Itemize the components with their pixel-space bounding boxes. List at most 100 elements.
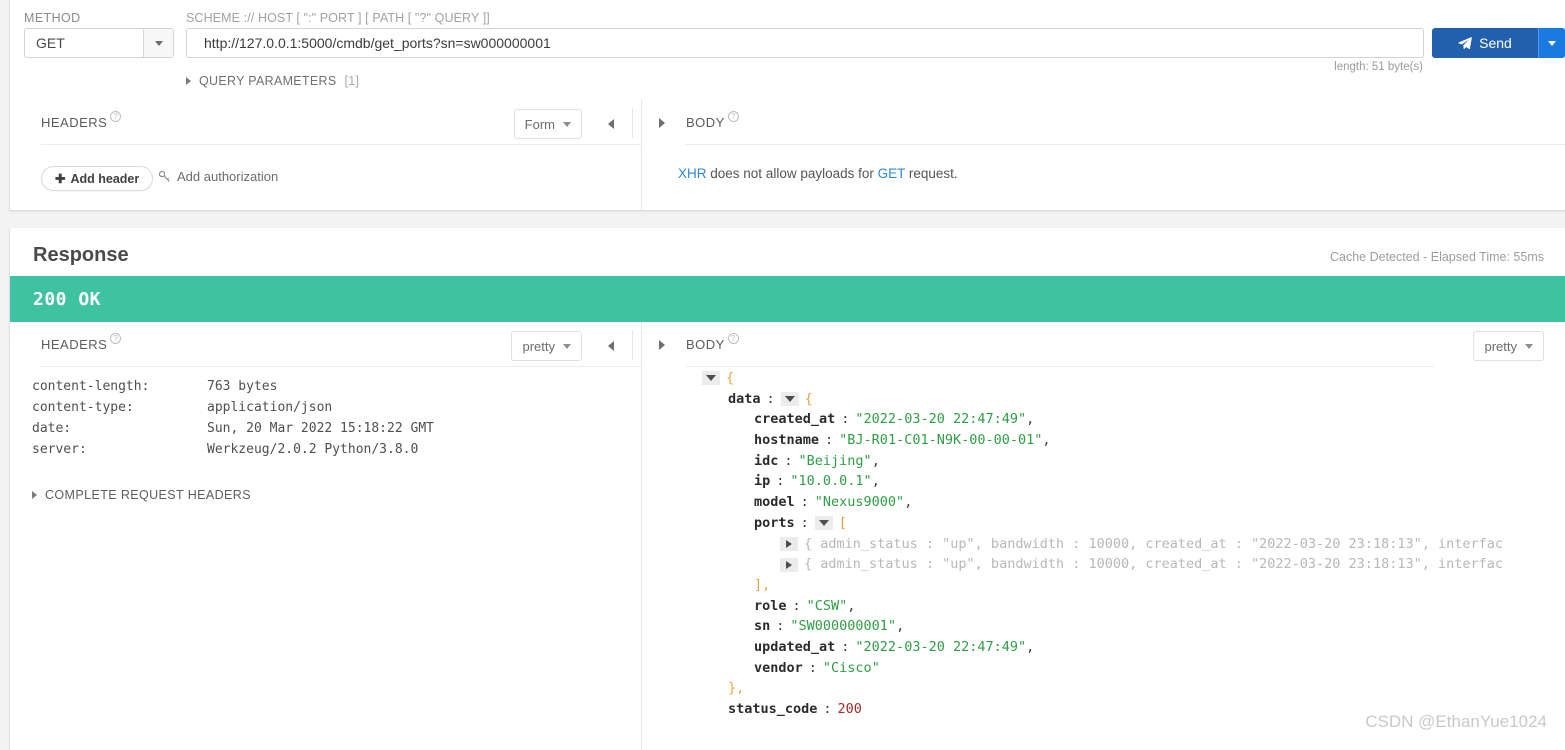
response-header-value: Werkzeug/2.0.2 Python/3.8.0 (207, 442, 418, 457)
query-parameters-label: QUERY PARAMETERS (199, 74, 336, 88)
json-key: model (754, 492, 795, 513)
json-colon: : (795, 513, 815, 534)
chevron-down-icon (1525, 344, 1533, 349)
json-key: hostname (754, 430, 819, 451)
help-icon[interactable]: ? (728, 333, 739, 344)
collapse-toggle-icon[interactable] (815, 516, 833, 530)
help-icon[interactable]: ? (110, 111, 121, 122)
json-line: model:"Nexus9000", (642, 492, 1565, 513)
response-header-key: content-type: (32, 400, 207, 415)
json-string-value: "SW000000001" (790, 616, 896, 637)
json-bracket: { (805, 389, 813, 410)
request-headers-header: HEADERS ? Form (10, 100, 641, 145)
response-header-row: content-length:763 bytes (32, 376, 434, 397)
request-headers-mode-select[interactable]: Form (514, 109, 582, 139)
api-client-window: METHOD SCHEME :// HOST [ ":" PORT ] [ PA… (0, 0, 1565, 750)
request-body-split: HEADERS ? Form ✚ Add header (10, 100, 1565, 211)
query-parameters-toggle[interactable]: QUERY PARAMETERS [1] (186, 74, 359, 88)
response-body-pane: BODY ? pretty {data:{created_at:"2022-03… (641, 322, 1565, 750)
json-line: updated_at:"2022-03-20 22:47:49", (642, 637, 1565, 658)
expand-toggle-icon[interactable] (780, 558, 798, 572)
json-line: role:"CSW", (642, 596, 1565, 617)
add-header-button[interactable]: ✚ Add header (41, 166, 153, 191)
json-comma: , (872, 451, 880, 472)
collapse-toggle-icon[interactable] (781, 392, 799, 406)
response-header-value: application/json (207, 400, 332, 415)
expand-right-button[interactable] (649, 109, 675, 137)
method-dropdown-toggle[interactable] (143, 29, 173, 57)
request-body-note: XHR does not allow payloads for GET requ… (678, 166, 958, 181)
window-left-gutter (0, 0, 9, 750)
response-title: Response (33, 244, 129, 267)
divider (41, 366, 641, 367)
response-body-mode-value: pretty (1484, 339, 1517, 354)
response-headers-mode-select[interactable]: pretty (511, 331, 582, 361)
collapse-toggle-icon[interactable] (702, 371, 720, 385)
response-headers-header: HEADERS ? pretty (10, 322, 641, 367)
json-closer: ], (754, 575, 770, 596)
json-comma: , (896, 616, 904, 637)
request-panel: METHOD SCHEME :// HOST [ ":" PORT ] [ PA… (9, 0, 1565, 211)
json-string-value: "Cisco" (823, 658, 880, 679)
json-colon: : (770, 616, 790, 637)
collapse-left-button[interactable] (598, 110, 624, 138)
json-string-value: "2022-03-20 22:47:49" (855, 637, 1026, 658)
chevron-right-icon (32, 491, 37, 499)
request-body-header: BODY ? (642, 100, 1565, 145)
response-json-viewer[interactable]: {data:{created_at:"2022-03-20 22:47:49",… (642, 368, 1565, 720)
json-colon: : (817, 699, 837, 720)
expand-right-button[interactable] (649, 331, 675, 359)
get-link[interactable]: GET (878, 166, 906, 181)
request-url-bar: METHOD SCHEME :// HOST [ ":" PORT ] [ PA… (10, 0, 1565, 100)
send-button[interactable]: Send (1432, 28, 1565, 58)
help-icon[interactable]: ? (110, 333, 121, 344)
response-header-value: 763 bytes (207, 379, 277, 394)
json-colon: : (778, 451, 798, 472)
json-colon: : (770, 471, 790, 492)
divider (686, 366, 1434, 367)
json-key: role (754, 596, 787, 617)
add-header-label: Add header (70, 172, 139, 186)
divider (686, 144, 1565, 145)
json-line: { admin_status : "up", bandwidth : 10000… (642, 534, 1565, 555)
url-format-label: SCHEME :// HOST [ ":" PORT ] [ PATH [ "?… (186, 11, 490, 25)
json-colon: : (787, 596, 807, 617)
response-headers-mode-value: pretty (522, 339, 555, 354)
json-line: data:{ (642, 389, 1565, 410)
json-key: status_code (728, 699, 817, 720)
request-body-pane: BODY ? XHR does not allow payloads for G… (641, 100, 1565, 211)
json-string-value: "Beijing" (799, 451, 872, 472)
collapse-left-button[interactable] (598, 332, 624, 360)
response-header-key: server: (32, 442, 207, 457)
json-colon: : (761, 389, 781, 410)
divider (41, 144, 641, 145)
json-line: created_at:"2022-03-20 22:47:49", (642, 409, 1565, 430)
json-colon: : (819, 430, 839, 451)
response-header-row: date:Sun, 20 Mar 2022 15:18:22 GMT (32, 418, 434, 439)
watermark: CSDN @EthanYue1024 (1365, 712, 1547, 732)
xhr-link[interactable]: XHR (678, 166, 707, 181)
divider (632, 330, 633, 360)
json-key: sn (754, 616, 770, 637)
response-header-key: content-length: (32, 379, 207, 394)
expand-toggle-icon[interactable] (780, 537, 798, 551)
json-string-value: "BJ-R01-C01-N9K-00-00-01" (839, 430, 1042, 451)
method-select[interactable]: GET (24, 28, 174, 58)
help-icon[interactable]: ? (728, 111, 739, 122)
send-options-toggle[interactable] (1538, 28, 1565, 58)
json-collapsed-preview: { admin_status : "up", bandwidth : 10000… (804, 534, 1503, 555)
add-authorization-button[interactable]: Add authorization (158, 169, 278, 184)
json-colon: : (835, 637, 855, 658)
response-body-mode-select[interactable]: pretty (1473, 331, 1544, 361)
json-line: sn:"SW000000001", (642, 616, 1565, 637)
response-header-row: server:Werkzeug/2.0.2 Python/3.8.0 (32, 439, 434, 460)
json-line: { admin_status : "up", bandwidth : 10000… (642, 554, 1565, 575)
json-key: updated_at (754, 637, 835, 658)
json-line: ip:"10.0.0.1", (642, 471, 1565, 492)
send-button-main[interactable]: Send (1432, 28, 1538, 58)
json-key: ports (754, 513, 795, 534)
json-line: idc:"Beijing", (642, 451, 1565, 472)
complete-request-headers-toggle[interactable]: COMPLETE REQUEST HEADERS (32, 488, 251, 502)
method-value: GET (25, 35, 143, 51)
url-input[interactable]: http://127.0.0.1:5000/cmdb/get_ports?sn=… (186, 28, 1424, 58)
